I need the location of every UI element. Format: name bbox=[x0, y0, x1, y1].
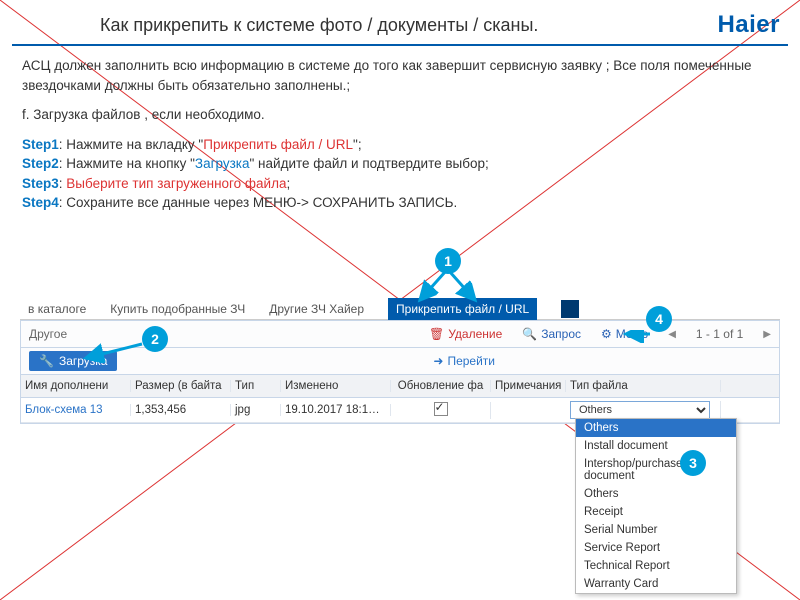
dd-option[interactable]: Serial Number bbox=[576, 521, 736, 539]
cell-type: jpg bbox=[231, 404, 281, 416]
delete-button[interactable]: 🗑 Удаление bbox=[429, 327, 502, 341]
col-note: Примечания bbox=[491, 380, 566, 392]
paging-text: 1 - 1 of 1 bbox=[696, 327, 743, 341]
col-size: Размер (в байта bbox=[131, 380, 231, 392]
dd-option[interactable]: Intershop/purchase document bbox=[576, 455, 736, 485]
tab-dropdown-icon[interactable] bbox=[561, 300, 579, 318]
filetype-select[interactable]: Others bbox=[570, 401, 710, 419]
cell-update bbox=[391, 402, 491, 419]
col-name: Имя дополнени bbox=[21, 380, 131, 392]
dd-option[interactable]: Technical Report bbox=[576, 557, 736, 575]
arrow-to-menu bbox=[620, 330, 660, 354]
chevron-left-icon[interactable]: ◀ bbox=[668, 329, 676, 340]
trash-icon: 🗑 bbox=[429, 327, 444, 341]
callout-badge-1: 1 bbox=[435, 248, 461, 274]
callout-badge-4: 4 bbox=[646, 306, 672, 332]
tab-item[interactable]: Другие ЗЧ Хайер bbox=[269, 302, 364, 316]
title-row: Как прикрепить к системе фото / документ… bbox=[0, 8, 800, 42]
slide: Как прикрепить к системе фото / документ… bbox=[0, 0, 800, 600]
cell-filename[interactable]: Блок-схема 13 bbox=[21, 404, 131, 416]
dd-option[interactable]: Others bbox=[576, 485, 736, 503]
cell-modified: 19.10.2017 18:1… bbox=[281, 404, 391, 416]
gear-icon: ⚙ bbox=[601, 327, 612, 341]
brand-logo: Haier bbox=[717, 11, 780, 39]
dd-option[interactable]: Receipt bbox=[576, 503, 736, 521]
dd-option[interactable]: Warranty Card bbox=[576, 575, 736, 593]
step3-label: Step3 bbox=[22, 176, 59, 191]
intro-p1: АСЦ должен заполнить всю информацию в си… bbox=[22, 56, 778, 95]
query-button[interactable]: 🔍 Запрос bbox=[522, 327, 581, 341]
step1-label: Step1 bbox=[22, 137, 59, 152]
col-ft: Тип файла bbox=[566, 380, 721, 392]
col-upd: Обновление фа bbox=[391, 380, 491, 392]
page-title: Как прикрепить к системе фото / документ… bbox=[100, 15, 538, 36]
divider bbox=[12, 44, 788, 46]
step4-label: Step4 bbox=[22, 195, 59, 210]
cell-size: 1,353,456 bbox=[131, 404, 231, 416]
tab-item[interactable]: в каталоге bbox=[28, 302, 86, 316]
attachments-panel: Другое 🗑 Удаление 🔍 Запрос ⚙ Меню ◀ 1 - … bbox=[20, 320, 780, 424]
update-checkbox[interactable] bbox=[434, 402, 448, 416]
chevron-right-icon[interactable]: ▶ bbox=[763, 329, 771, 340]
callout-badge-3: 3 bbox=[680, 450, 706, 476]
grid-header: Имя дополнени Размер (в байта Тип Измене… bbox=[21, 375, 779, 398]
search-icon: 🔍 bbox=[522, 327, 537, 341]
dd-option[interactable]: Others bbox=[576, 419, 736, 437]
goto-button[interactable]: ➜ Перейти bbox=[433, 354, 495, 368]
panel-label: Другое bbox=[29, 327, 99, 341]
cell-filetype: Others bbox=[566, 401, 721, 419]
filetype-dropdown[interactable]: Others Install document Intershop/purcha… bbox=[575, 418, 737, 594]
tab-item[interactable]: Купить подобранные ЗЧ bbox=[110, 302, 245, 316]
app-screenshot: в каталоге Купить подобранные ЗЧ Другие … bbox=[20, 298, 780, 558]
col-type: Тип bbox=[231, 380, 281, 392]
arrow-to-upload bbox=[78, 340, 148, 364]
wrench-icon: 🔧 bbox=[39, 354, 54, 368]
dd-option[interactable]: Service Report bbox=[576, 539, 736, 557]
intro-p2: f. Загрузка файлов , если необходимо. bbox=[22, 105, 778, 125]
callout-badge-2: 2 bbox=[142, 326, 168, 352]
arrow-right-icon: ➜ bbox=[433, 354, 443, 368]
dd-option[interactable]: Install document bbox=[576, 437, 736, 455]
col-mod: Изменено bbox=[281, 380, 391, 392]
step2-label: Step2 bbox=[22, 156, 59, 171]
arrow-to-tab-r bbox=[440, 270, 490, 306]
intro-text: АСЦ должен заполнить всю информацию в си… bbox=[22, 56, 778, 223]
